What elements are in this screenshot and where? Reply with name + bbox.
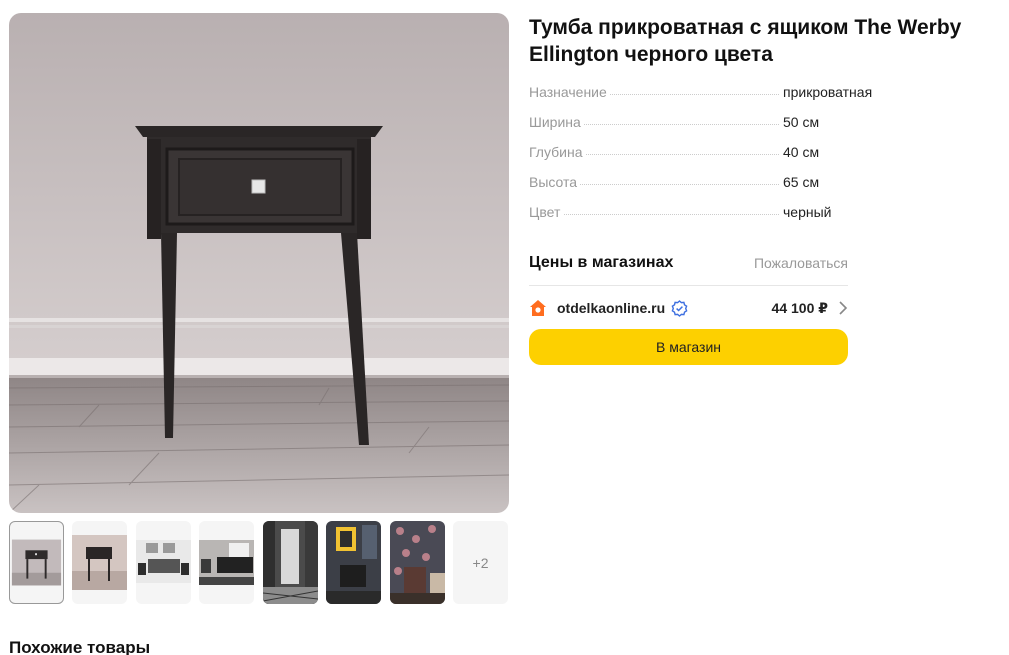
shop-house-icon — [530, 300, 546, 316]
similar-products-heading: Похожие товары — [9, 638, 151, 655]
thumb-hallway-image — [263, 521, 318, 604]
thumb-interior-floral-image — [390, 521, 445, 604]
spec-row-depth: Глубина 40 см — [529, 137, 889, 167]
offer-row[interactable]: otdelkaonline.ru 44 100 ₽ — [529, 286, 848, 330]
verified-badge-icon — [671, 299, 688, 317]
spec-list: Назначение прикроватная Ширина 50 см Глу… — [529, 77, 889, 227]
prices-title: Цены в магазинах — [529, 254, 674, 271]
thumbnail-7[interactable] — [390, 521, 445, 604]
spec-name: Назначение — [529, 84, 610, 100]
prices-header: Цены в магазинах Пожаловаться — [529, 249, 848, 277]
thumbnail-strip: +2 — [9, 521, 509, 604]
thumb-nightstand-front-image — [11, 539, 62, 586]
spec-name: Глубина — [529, 144, 586, 160]
more-photos-count: +2 — [472, 554, 489, 571]
main-product-image[interactable] — [9, 13, 509, 513]
spec-value: 50 см — [783, 114, 820, 130]
spec-name: Высота — [529, 174, 581, 190]
thumbnail-1[interactable] — [9, 521, 64, 604]
spec-row-width: Ширина 50 см — [529, 107, 889, 137]
spec-value: прикроватная — [783, 84, 873, 100]
spec-name: Ширина — [529, 114, 584, 130]
spec-value: 65 см — [783, 174, 820, 190]
thumb-nightstand-angle-image — [72, 535, 127, 590]
complain-link[interactable]: Пожаловаться — [754, 255, 848, 271]
product-title-line-2: Ellington черного цвета — [529, 43, 773, 66]
go-to-store-button[interactable]: В магазин — [529, 329, 848, 365]
spec-name: Цвет — [529, 204, 564, 220]
prices-section: Цены в магазинах Пожаловаться otdelkaonl… — [529, 249, 848, 365]
thumbnail-6[interactable] — [326, 521, 381, 604]
chevron-right-icon[interactable] — [838, 301, 848, 315]
spec-value: черный — [783, 204, 832, 220]
thumbnail-4[interactable] — [199, 521, 254, 604]
product-title: Тумба прикроватная с ящиком The Werby El… — [529, 14, 1009, 68]
thumbnail-5[interactable] — [263, 521, 318, 604]
nightstand-photo — [9, 13, 509, 513]
spec-leader-dots — [529, 214, 779, 215]
thumbnail-3[interactable] — [136, 521, 191, 604]
spec-value: 40 см — [783, 144, 820, 160]
thumb-interior-yellow-art-image — [326, 521, 381, 604]
spec-row-color: Цвет черный — [529, 197, 889, 227]
thumb-bedroom-dark-image — [199, 540, 254, 585]
shop-name[interactable]: otdelkaonline.ru — [557, 300, 665, 316]
thumbnail-more[interactable]: +2 — [453, 521, 508, 604]
product-title-line-1: Тумба прикроватная с ящиком The Werby — [529, 16, 962, 39]
offer-price: 44 100 ₽ — [771, 299, 828, 316]
spec-row-purpose: Назначение прикроватная — [529, 77, 889, 107]
spec-row-height: Высота 65 см — [529, 167, 889, 197]
thumb-bedroom-white-image — [136, 540, 191, 583]
thumbnail-2[interactable] — [72, 521, 127, 604]
